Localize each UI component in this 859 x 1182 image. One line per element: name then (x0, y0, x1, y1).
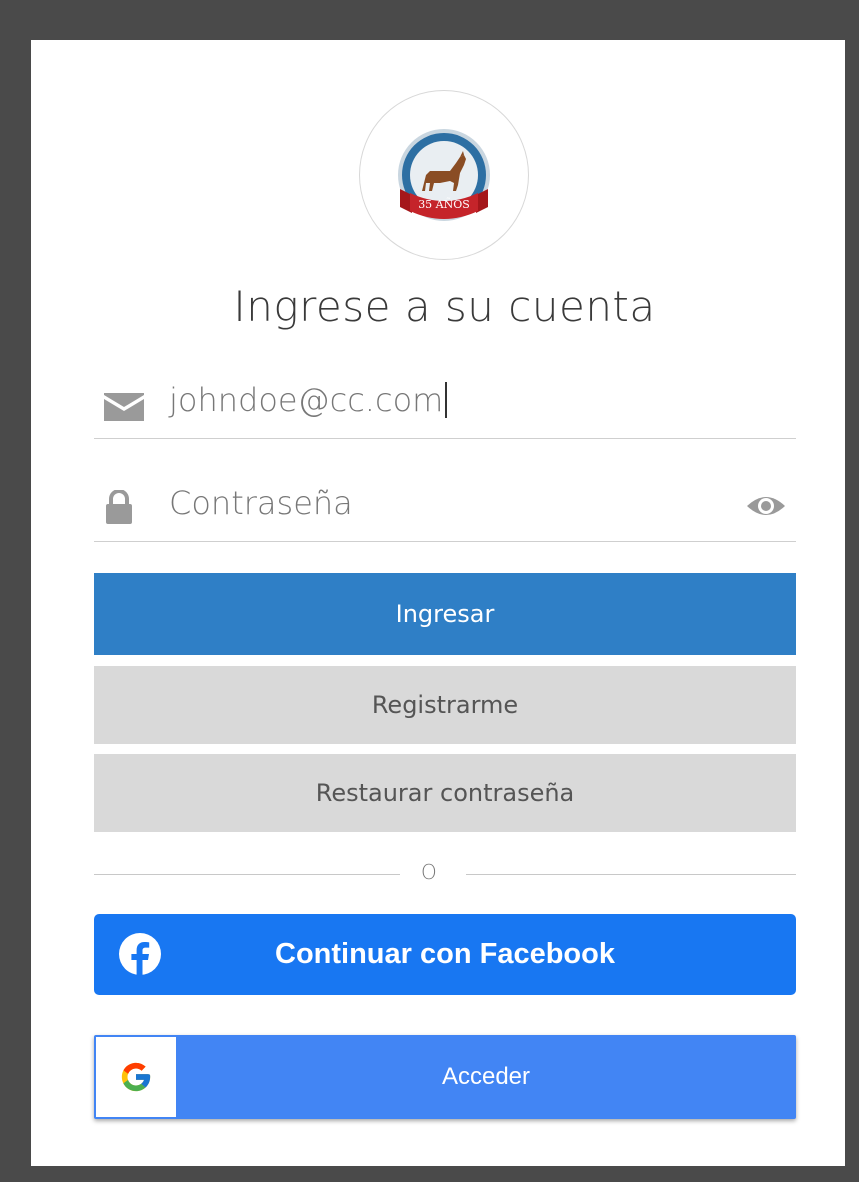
lock-icon (104, 489, 134, 529)
google-icon (121, 1062, 151, 1092)
login-card: 35 AÑOS Ingrese a su cuenta johndoe@cc.c… (31, 40, 845, 1166)
eye-icon[interactable] (746, 494, 786, 523)
facebook-login-button[interactable]: Continuar con Facebook (94, 914, 796, 995)
logo: 35 AÑOS (359, 90, 529, 260)
divider-line-left (94, 874, 400, 875)
facebook-button-label: Continuar con Facebook (275, 938, 615, 970)
register-button[interactable]: Registrarme (94, 666, 796, 744)
email-field[interactable]: johndoe@cc.com (94, 378, 796, 439)
envelope-icon (104, 393, 144, 426)
google-login-button[interactable]: Acceder (94, 1035, 796, 1119)
password-input[interactable]: Contraseña (169, 481, 353, 525)
facebook-icon (118, 932, 162, 984)
email-input[interactable]: johndoe@cc.com (169, 378, 448, 422)
text-caret (445, 382, 448, 418)
divider-text: O (421, 860, 437, 884)
or-divider: O (94, 860, 796, 886)
divider-line-right (466, 874, 796, 875)
horse-badge-logo: 35 AÑOS (398, 129, 490, 221)
restore-password-button[interactable]: Restaurar contraseña (94, 754, 796, 832)
logo-badge-text: 35 AÑOS (418, 197, 470, 211)
password-field[interactable]: Contraseña (94, 481, 796, 542)
login-button[interactable]: Ingresar (94, 573, 796, 655)
google-icon-box (96, 1037, 176, 1117)
page-title: Ingrese a su cuenta (233, 282, 656, 331)
google-button-label: Acceder (441, 1063, 531, 1090)
